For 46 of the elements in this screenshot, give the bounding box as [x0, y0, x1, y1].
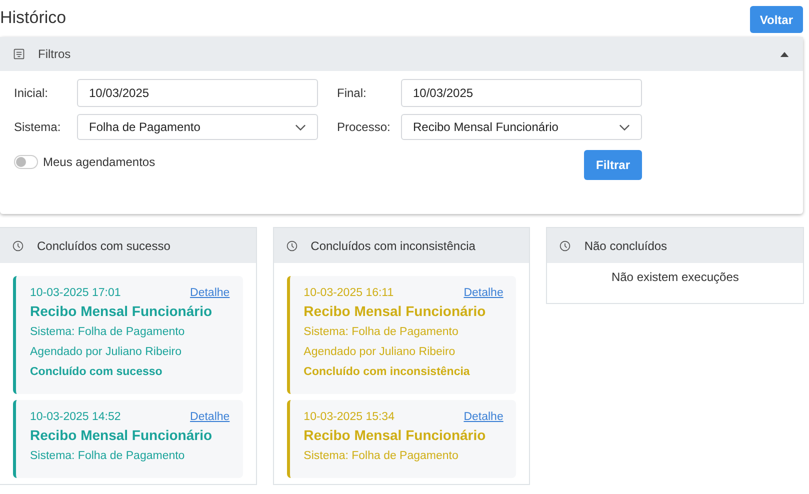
field-label: Processo:	[337, 120, 390, 134]
filter-list-icon	[13, 48, 25, 60]
card-title: Recibo Mensal Funcionário	[30, 427, 214, 443]
card-detail: Agendado por Juliano Ribeiro	[304, 345, 456, 360]
date-field[interactable]: 10/03/2025	[77, 79, 318, 107]
detail-link[interactable]: Detalhe	[190, 411, 230, 423]
date-field[interactable]: 10/03/2025	[401, 79, 642, 107]
clock-icon	[286, 240, 298, 252]
execution-datetime: 10-03-2025 15:34	[304, 411, 394, 423]
column-title: Concluídos com sucesso	[37, 238, 170, 252]
card-detail: Sistema: Folha de Pagamento	[304, 325, 460, 340]
card-detail: Agendado por Juliano Ribeiro	[30, 345, 183, 360]
system-dropdown[interactable]: Folha de Pagamento	[77, 114, 318, 140]
field-label: Inicial:	[14, 86, 50, 100]
toggle-label: Meus agendamentos	[43, 155, 156, 169]
card-detail: Sistema: Folha de Pagamento	[30, 325, 186, 340]
filters-header[interactable]: Filtros	[0, 37, 803, 71]
filter-button[interactable]: Filtrar	[584, 150, 642, 180]
card-title: Recibo Mensal Funcionário	[304, 427, 487, 443]
execution-datetime: 10-03-2025 14:52	[30, 411, 121, 423]
card-title: Recibo Mensal Funcionário	[304, 303, 487, 319]
card-detail: Sistema: Folha de Pagamento	[30, 449, 186, 464]
status-text: Concluído com inconsistência	[304, 365, 471, 380]
field-label: Sistema:	[14, 120, 62, 134]
execution-datetime: 10-03-2025 16:11	[304, 287, 394, 299]
detail-link[interactable]: Detalhe	[190, 287, 230, 299]
process-dropdown[interactable]: Recibo Mensal Funcionário	[401, 114, 642, 140]
back-button[interactable]: Voltar	[750, 6, 803, 33]
card-detail: Sistema: Folha de Pagamento	[304, 449, 460, 464]
caret-icon	[780, 52, 789, 56]
detail-link[interactable]: Detalhe	[464, 411, 504, 423]
card-title: Recibo Mensal Funcionário	[30, 303, 214, 319]
filters-title: Filtros	[38, 47, 72, 61]
execution-datetime: 10-03-2025 17:01	[30, 287, 121, 299]
toggle-switch[interactable]	[14, 155, 38, 169]
detail-link[interactable]: Detalhe	[464, 287, 504, 299]
chevron-down-icon	[619, 124, 630, 130]
clock-icon	[12, 240, 24, 252]
empty-message: Não existem execuções	[610, 270, 740, 286]
chevron-down-icon	[295, 124, 306, 130]
status-text: Concluído com sucesso	[30, 365, 164, 380]
column-title: Concluídos com inconsistência	[310, 238, 476, 252]
column-title: Não concluídos	[584, 238, 668, 252]
field-label: Final:	[337, 86, 366, 100]
clock-icon	[559, 240, 572, 252]
page-title: Histórico	[0, 8, 66, 28]
